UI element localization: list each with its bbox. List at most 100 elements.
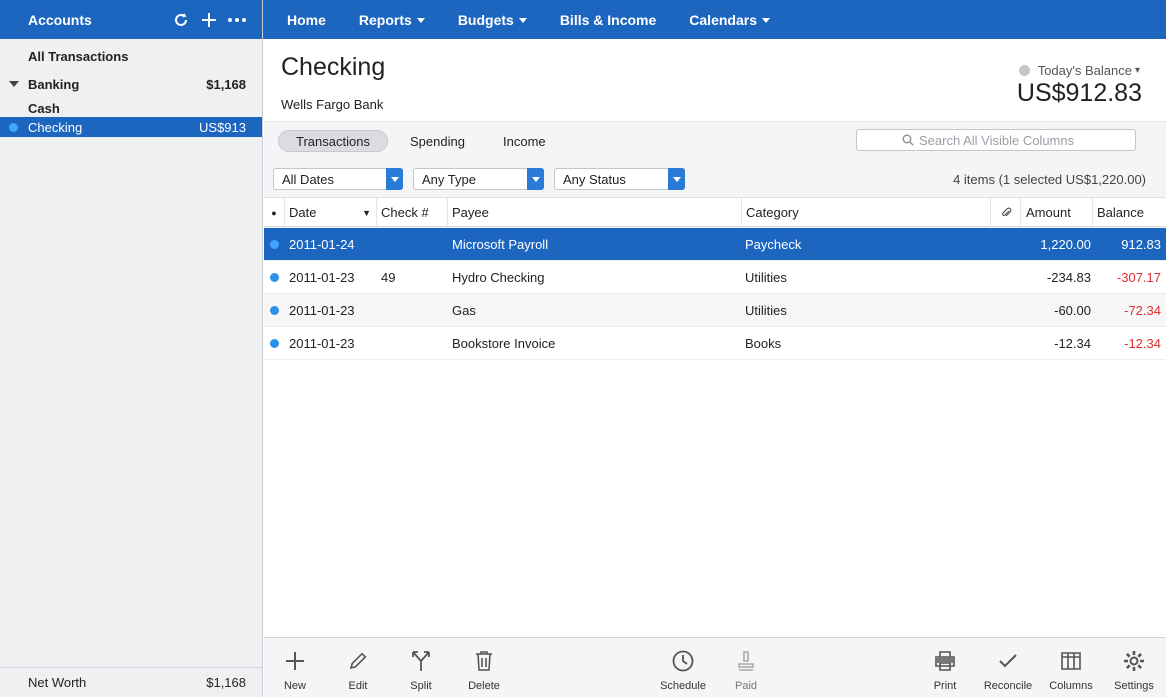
- tab-spending[interactable]: Spending: [393, 130, 482, 152]
- column-check-number[interactable]: Check #: [377, 198, 448, 227]
- column-date[interactable]: Date ▼: [285, 198, 377, 227]
- dropdown-arrow-icon: [386, 168, 403, 190]
- cell-date: 2011-01-23: [289, 336, 355, 351]
- new-button[interactable]: New: [264, 638, 326, 697]
- column-label: Date: [289, 205, 317, 220]
- sidebar-group-banking[interactable]: Banking $1,168: [0, 74, 262, 94]
- disclosure-triangle-icon[interactable]: [9, 81, 19, 87]
- cell-balance: -72.34: [1124, 303, 1161, 318]
- column-status[interactable]: ●: [264, 198, 285, 227]
- chevron-down-icon: ▾: [1134, 65, 1140, 76]
- add-account-icon[interactable]: [198, 9, 220, 31]
- status-dot-icon: [270, 306, 279, 315]
- sort-arrow-icon: ▼: [362, 207, 371, 218]
- net-worth-label: Net Worth: [28, 675, 87, 690]
- button-label: Reconcile: [983, 680, 1033, 692]
- reconcile-button[interactable]: Reconcile: [977, 638, 1039, 697]
- dropdown-arrow-icon: [668, 168, 685, 190]
- cell-category: Paycheck: [745, 237, 802, 252]
- tab-income[interactable]: Income: [486, 130, 563, 152]
- cell-amount: -60.00: [1054, 303, 1091, 318]
- type-filter-select[interactable]: Any Type: [413, 168, 544, 190]
- column-amount[interactable]: Amount: [1021, 198, 1093, 227]
- status-dot-icon: [270, 273, 279, 282]
- chevron-down-icon: [416, 17, 425, 23]
- nav-calendars[interactable]: Calendars: [689, 12, 770, 28]
- balance-label: Today's Balance: [1037, 63, 1132, 78]
- plus-icon: [286, 652, 304, 670]
- cell-amount: -234.83: [1046, 270, 1091, 285]
- status-dot-icon: [270, 339, 279, 348]
- table-row[interactable]: 2011-01-24 Microsoft Payroll Paycheck 1,…: [264, 228, 1166, 261]
- accounts-sidebar: Accounts All Transactions Banking $1,168…: [0, 0, 263, 697]
- stamp-icon: [738, 651, 754, 671]
- table-row[interactable]: 2011-01-23 Gas Utilities -60.00 -72.34: [264, 294, 1166, 327]
- nav-home[interactable]: Home: [287, 12, 326, 28]
- more-options-icon[interactable]: [226, 9, 248, 31]
- print-button[interactable]: Print: [914, 638, 976, 697]
- column-payee[interactable]: Payee: [448, 198, 742, 227]
- table-row[interactable]: 2011-01-23 49 Hydro Checking Utilities -…: [264, 261, 1166, 294]
- net-worth-amount: $1,168: [206, 675, 246, 690]
- checkmark-icon: [999, 654, 1017, 668]
- pencil-icon: [349, 652, 367, 670]
- search-placeholder: Search All Visible Columns: [919, 132, 1075, 148]
- status-dot-icon: [270, 240, 279, 249]
- tab-transactions[interactable]: Transactions: [278, 130, 388, 152]
- edit-button[interactable]: Edit: [327, 638, 389, 697]
- split-button[interactable]: Split: [390, 638, 452, 697]
- nav-label: Reports: [358, 11, 412, 28]
- sidebar-item-cash[interactable]: Cash: [0, 98, 262, 118]
- settings-button[interactable]: Settings: [1103, 638, 1165, 697]
- button-label: Columns: [1049, 680, 1093, 692]
- sidebar-item-all-transactions[interactable]: All Transactions: [0, 46, 262, 66]
- table-row[interactable]: 2011-01-23 Bookstore Invoice Books -12.3…: [264, 327, 1166, 360]
- cell-amount: 1,220.00: [1040, 237, 1091, 252]
- institution-name: Wells Fargo Bank: [281, 97, 384, 112]
- schedule-button[interactable]: Schedule: [652, 638, 714, 697]
- column-attachment[interactable]: [991, 198, 1021, 227]
- status-dot-icon: [9, 123, 18, 132]
- paid-button[interactable]: Paid: [715, 638, 777, 697]
- sidebar-item-checking[interactable]: Checking US$913: [0, 117, 262, 137]
- cell-balance: -307.17: [1116, 270, 1161, 285]
- chevron-down-icon: [761, 17, 770, 23]
- cell-date: 2011-01-24: [289, 237, 355, 252]
- sidebar-item-label: Checking: [28, 119, 83, 135]
- nav-bills-income[interactable]: Bills & Income: [560, 12, 656, 28]
- cell-date: 2011-01-23: [289, 270, 355, 285]
- gear-icon: [1124, 651, 1144, 671]
- cell-amount: -12.34: [1054, 336, 1091, 351]
- transactions-table: 2011-01-24 Microsoft Payroll Paycheck 1,…: [264, 228, 1166, 360]
- columns-button[interactable]: Columns: [1040, 638, 1102, 697]
- split-icon: [412, 651, 430, 671]
- column-balance[interactable]: Balance: [1093, 198, 1166, 227]
- button-label: Schedule: [660, 680, 706, 692]
- sidebar-group-label: Banking: [28, 76, 80, 92]
- cell-payee: Bookstore Invoice: [452, 336, 556, 351]
- select-value: Any Status: [563, 171, 626, 187]
- refresh-icon[interactable]: [170, 9, 192, 31]
- button-label: Delete: [468, 680, 500, 692]
- select-value: Any Type: [422, 171, 476, 187]
- nav-label: Budgets: [457, 11, 514, 28]
- selection-summary: 4 items (1 selected US$1,220.00): [953, 172, 1146, 187]
- column-category[interactable]: Category: [742, 198, 991, 227]
- net-worth-footer: Net Worth $1,168: [0, 667, 262, 697]
- button-label: Split: [410, 680, 432, 692]
- balance-selector[interactable]: Today's Balance ▾: [1018, 63, 1140, 78]
- cell-balance: 912.83: [1121, 237, 1161, 252]
- printer-icon: [935, 651, 955, 671]
- delete-button[interactable]: Delete: [453, 638, 515, 697]
- page-title: Checking: [281, 53, 386, 81]
- nav-budgets[interactable]: Budgets: [458, 12, 527, 28]
- nav-reports[interactable]: Reports: [359, 12, 425, 28]
- status-filter-select[interactable]: Any Status: [554, 168, 685, 190]
- cell-payee: Hydro Checking: [452, 270, 545, 285]
- sidebar-item-label: All Transactions: [28, 48, 129, 64]
- clock-icon: [672, 650, 694, 672]
- search-input[interactable]: Search All Visible Columns: [856, 129, 1136, 151]
- balance-amount: US$912.83: [1016, 79, 1142, 107]
- date-filter-select[interactable]: All Dates: [273, 168, 403, 190]
- select-value: All Dates: [282, 171, 335, 187]
